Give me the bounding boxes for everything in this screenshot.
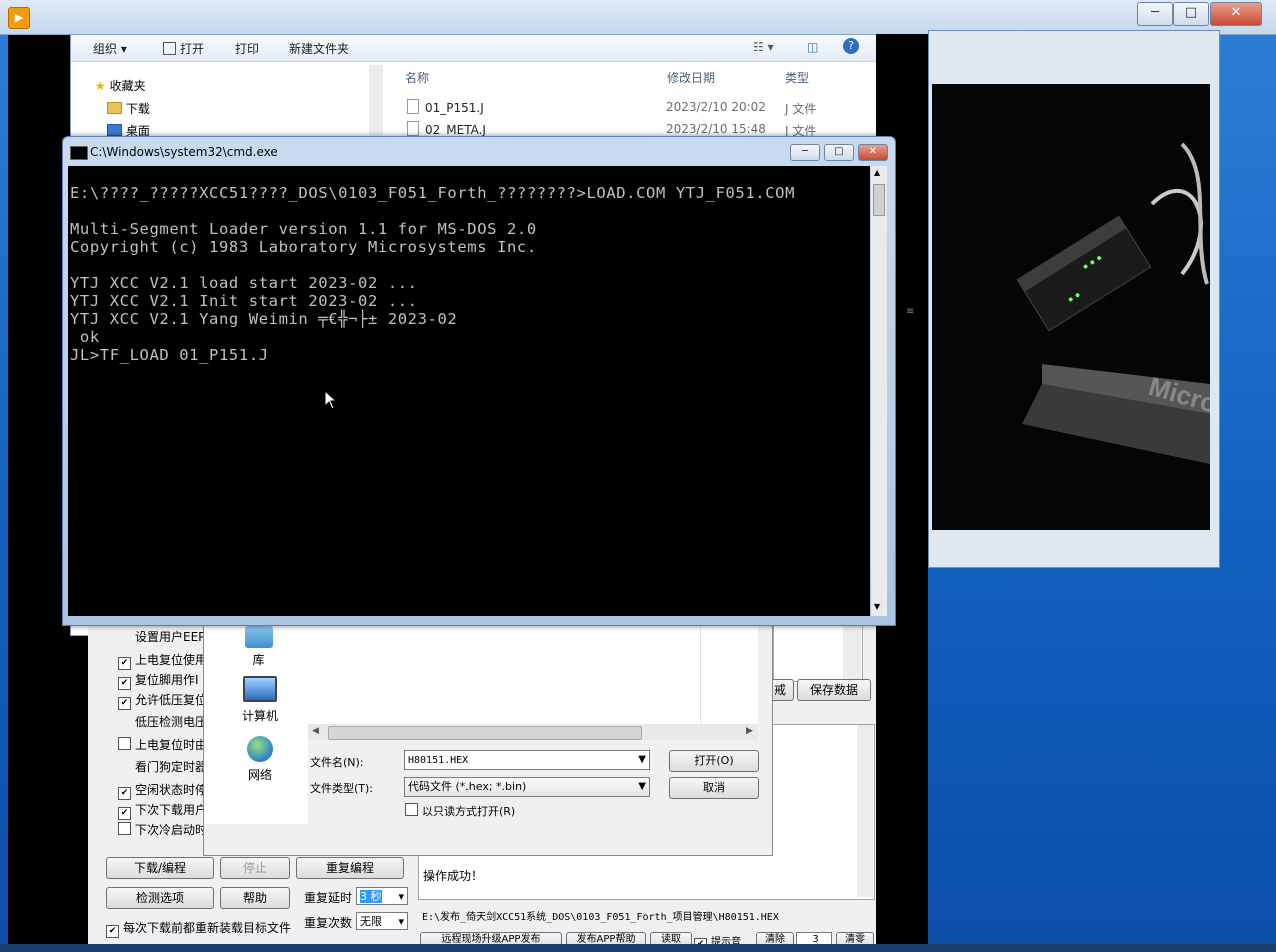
print-command[interactable]: 打印: [235, 40, 259, 57]
option-checkbox[interactable]: ✔ 下次下载用户: [118, 801, 207, 820]
file-path-bar: E:\发布_倚天剑XCC51系统_DOS\0103_F051_Forth_项目管…: [418, 904, 873, 924]
new-folder-command[interactable]: 新建文件夹: [289, 40, 349, 57]
file-row[interactable]: 01_P151.J: [407, 99, 484, 115]
readonly-checkbox[interactable]: 以只读方式打开(R): [405, 803, 515, 819]
dialog-file-list: [308, 624, 758, 724]
close-button[interactable]: ✕: [1210, 2, 1262, 26]
file-icon: [407, 121, 419, 136]
repeat-program-button[interactable]: 重复编程: [296, 857, 404, 879]
nav-network[interactable]: 网络: [240, 736, 280, 783]
option-checkbox[interactable]: ✔ 复位脚用作I: [118, 671, 199, 690]
desktop-icon: [107, 124, 122, 136]
organize-menu[interactable]: 组织 ▾: [93, 40, 127, 57]
option-user-eeprom: 设置用户EEP: [135, 630, 206, 644]
network-icon: [247, 736, 273, 762]
nav-computer[interactable]: 计算机: [238, 676, 282, 724]
repeat-count-select[interactable]: 无限 ▾: [356, 912, 408, 930]
mouse-cursor-icon: [324, 390, 338, 410]
computer-icon: [243, 676, 277, 702]
chevron-down-icon: ▾: [398, 915, 404, 928]
cmd-scrollbar[interactable]: ▲ ▼: [871, 166, 887, 616]
option-checkbox[interactable]: ✔ 空闲状态时停: [118, 781, 207, 800]
cmd-close-button[interactable]: ✕: [858, 144, 888, 161]
folder-icon: [107, 102, 122, 114]
scroll-right-icon[interactable]: ▶: [746, 726, 753, 736]
nav-scrollbar[interactable]: [369, 65, 383, 135]
cmd-title: C:\Windows\system32\cmd.exe: [90, 145, 278, 159]
open-icon: [163, 42, 176, 55]
filetype-label: 文件类型(T):: [310, 782, 374, 795]
cmd-line: ok: [70, 328, 100, 346]
save-data-button[interactable]: 保存数据: [797, 679, 871, 701]
help-icon[interactable]: ?: [843, 38, 859, 54]
board-photo: Micro: [932, 84, 1220, 530]
minimize-button[interactable]: ─: [1137, 2, 1173, 26]
repeat-delay-label: 重复延时: [304, 891, 353, 905]
view-options-icon[interactable]: ☷ ▾: [753, 40, 774, 54]
download-program-button[interactable]: 下载/编程: [106, 857, 214, 879]
option-checkbox[interactable]: 下次冷启动时: [118, 821, 207, 838]
cmd-scroll-thumb[interactable]: [873, 184, 885, 216]
help-button[interactable]: 帮助: [220, 887, 290, 909]
option-checkbox[interactable]: ✔ 允许低压复位: [118, 691, 207, 710]
option-watchdog: 看门狗定时器: [135, 760, 208, 774]
repeat-count-label: 重复次数: [304, 916, 353, 930]
cmd-minimize-button[interactable]: ─: [790, 144, 820, 161]
file-row[interactable]: 02_META.J: [407, 121, 486, 137]
option-low-voltage: 低压检测电压: [135, 715, 208, 729]
column-divider: [700, 624, 701, 724]
photo-image: Micro: [932, 84, 1220, 530]
file-icon: [407, 99, 419, 114]
cmd-line: Copyright (c) 1983 Laboratory Microsyste…: [70, 238, 537, 256]
column-name[interactable]: 名称: [405, 69, 429, 86]
chevron-down-icon: ▼: [638, 781, 646, 792]
column-date[interactable]: 修改日期: [667, 69, 715, 86]
filename-input[interactable]: H80151.HEX ▼: [404, 750, 650, 770]
cmd-icon: [70, 146, 88, 160]
file-type: J 文件: [785, 102, 817, 116]
filetype-select[interactable]: 代码文件 (*.hex; *.bin) ▼: [404, 777, 650, 797]
taskbar: [0, 944, 1276, 952]
splitter-handle[interactable]: ≡: [906, 306, 916, 320]
explorer-toolbar: 组织 ▾ 打开 打印 新建文件夹 ☷ ▾ ◫ ?: [71, 35, 877, 62]
filename-label: 文件名(N):: [310, 756, 364, 769]
column-type[interactable]: 类型: [785, 69, 809, 86]
option-checkbox[interactable]: ✔ 上电复位使用: [118, 651, 207, 670]
repeat-delay-select[interactable]: 3 秒 ▾: [356, 887, 408, 905]
nav-library[interactable]: 库: [244, 626, 273, 668]
option-checkbox[interactable]: 上电复位时由: [118, 736, 207, 753]
chevron-down-icon: ▾: [398, 890, 404, 903]
cancel-button[interactable]: 取消: [669, 777, 759, 799]
open-command[interactable]: 打开: [163, 40, 204, 57]
data-scrollbar[interactable]: [843, 624, 861, 680]
app-icon[interactable]: ▶: [8, 7, 30, 29]
library-icon: [245, 626, 273, 648]
scroll-down-icon[interactable]: ▼: [874, 602, 880, 611]
message-text: 操作成功！: [423, 869, 484, 883]
scroll-left-icon[interactable]: ◀: [312, 726, 319, 736]
cmd-maximize-button[interactable]: □: [824, 144, 854, 161]
reload-checkbox[interactable]: ✔ 每次下载前都重新装载目标文件: [106, 919, 291, 938]
cmd-line: JL>TF_LOAD 01_P151.J: [70, 346, 269, 364]
cmd-line: E:\????_?????XCC51????_DOS\0103_F051_For…: [70, 184, 796, 202]
nav-downloads[interactable]: 下载: [107, 100, 150, 117]
hscroll-thumb[interactable]: [328, 726, 642, 740]
scroll-up-icon[interactable]: ▲: [874, 168, 880, 177]
preview-pane-icon[interactable]: ◫: [807, 40, 818, 54]
cmd-line: YTJ XCC V2.1 Yang Weimin ╤€╬¬├± 2023-02: [70, 310, 458, 328]
message-scrollbar[interactable]: [857, 725, 873, 897]
maximize-button[interactable]: □: [1173, 2, 1209, 26]
nav-favorites[interactable]: ★ 收藏夹: [95, 77, 146, 94]
file-date: 2023/2/10 20:02: [666, 100, 766, 114]
stop-button[interactable]: 停止: [220, 857, 290, 879]
star-icon: ★: [95, 79, 106, 93]
cmd-line: YTJ XCC V2.1 Init start 2023-02 ...: [70, 292, 418, 310]
chevron-down-icon: ▼: [638, 754, 646, 765]
file-date: 2023/2/10 15:48: [666, 122, 766, 136]
cmd-line: YTJ XCC V2.1 load start 2023-02 ...: [70, 274, 418, 292]
open-button[interactable]: 打开(O): [669, 750, 759, 772]
check-options-button[interactable]: 检测选项: [106, 887, 214, 909]
cmd-line: Multi-Segment Loader version 1.1 for MS-…: [70, 220, 537, 238]
